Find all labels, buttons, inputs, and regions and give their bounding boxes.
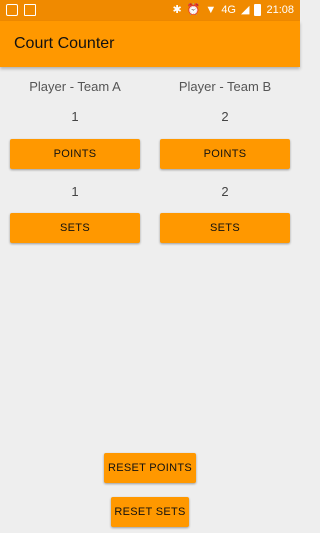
battery-icon (254, 4, 262, 16)
reset-sets-button[interactable]: RESET SETS (111, 497, 189, 527)
team-a-points-button[interactable]: POINTS (10, 139, 140, 169)
reset-points-button[interactable]: RESET POINTS (104, 453, 196, 483)
team-b-sets-button[interactable]: SETS (160, 213, 290, 243)
image-icon (24, 4, 36, 16)
notification-icon (6, 4, 18, 16)
team-a-points-value: 1 (71, 109, 79, 124)
team-b-points-value: 2 (221, 109, 229, 124)
signal-icon: ◢ (241, 4, 250, 16)
team-a-sets-button[interactable]: SETS (10, 213, 140, 243)
status-time: 21:08 (266, 4, 294, 16)
team-b-label: Player - Team B (178, 79, 272, 94)
app-title: Court Counter (14, 35, 115, 52)
status-bar: ✱ ⏰ ▼ 4G ◢ 21:08 (0, 0, 300, 21)
team-a-sets-value: 1 (71, 184, 79, 199)
status-left (6, 4, 36, 16)
app-bar: Court Counter (0, 21, 300, 67)
network-type: 4G (221, 4, 236, 16)
alarm-icon: ⏰ (186, 4, 201, 16)
wifi-icon: ▼ (205, 4, 217, 16)
bluetooth-icon: ✱ (172, 4, 182, 16)
team-a-label: Player - Team A (29, 79, 121, 94)
team-b-sets-value: 2 (221, 184, 229, 199)
team-b-points-button[interactable]: POINTS (160, 139, 290, 169)
status-right: ✱ ⏰ ▼ 4G ◢ 21:08 (172, 3, 294, 17)
